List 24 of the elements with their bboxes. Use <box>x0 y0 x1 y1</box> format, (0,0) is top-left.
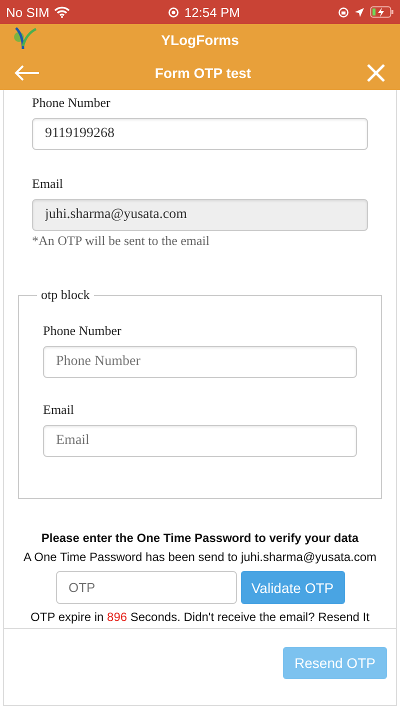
carrier-text: No SIM <box>6 4 50 20</box>
expire-message: OTP expire in 896 Seconds. Didn't receive the email? Resend It <box>30 610 370 624</box>
field-label: Email <box>43 402 76 418</box>
wifi-icon <box>54 6 70 18</box>
clock-text: 12:54 PM <box>184 4 240 20</box>
location-icon <box>354 6 365 18</box>
hint-text: *An OTP will be sent to the email <box>32 233 211 249</box>
input-field[interactable]: 9119199268 <box>32 118 368 150</box>
app-title: YLogForms <box>161 32 239 48</box>
field-label: Phone Number <box>43 323 122 339</box>
verify-title: Please enter the One Time Password to verify your data <box>41 531 359 545</box>
back-arrow-icon[interactable] <box>14 65 40 81</box>
field-label: Email <box>32 176 64 192</box>
close-icon[interactable] <box>366 63 386 83</box>
field-label: Phone Number <box>32 95 112 111</box>
input-field[interactable]: Phone Number <box>43 346 357 378</box>
verify-message: A One Time Password has been send to juhi.sharma@yusata.com <box>23 550 377 564</box>
panel-legend: otp block <box>37 287 94 303</box>
form-title: Form OTP test <box>154 65 252 81</box>
otp-field[interactable]: OTP <box>56 571 236 604</box>
logo-icon <box>12 26 38 50</box>
battery-icon <box>370 6 394 18</box>
alarm-icon <box>168 6 180 18</box>
input-field[interactable]: Email <box>43 425 357 457</box>
